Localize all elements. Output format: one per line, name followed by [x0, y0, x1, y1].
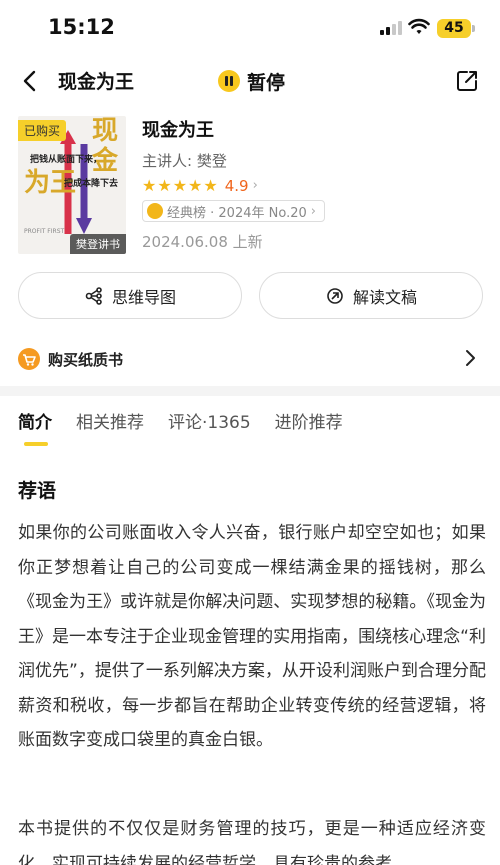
tab-label: 相关推荐: [76, 413, 144, 433]
rating-row[interactable]: ★ ★ ★ ★ ★ 4.9 ›: [142, 176, 258, 195]
status-time: 15:12: [48, 15, 115, 39]
medal-icon: [147, 203, 163, 219]
tab-related[interactable]: 相关推荐: [76, 408, 144, 448]
tab-label: 评论·1365: [168, 413, 251, 433]
purchased-badge: 已购买: [18, 120, 67, 141]
intro-paragraph: 本书提供的不仅仅是财务管理的技巧，更是一种适应经济变化，实现可持续发展的经营哲学…: [18, 819, 486, 865]
chevron-right-icon: [466, 350, 475, 366]
nav-bar: 现金为王 暂停: [0, 56, 500, 106]
transcript-label: 解读文稿: [352, 287, 417, 307]
tab-bar: 简介 相关推荐 评论·1365 进阶推荐: [18, 408, 367, 448]
star-icon: ★: [203, 176, 218, 195]
tab-advanced[interactable]: 进阶推荐: [275, 408, 343, 448]
cover-line-2: 把成本降下去: [64, 179, 119, 189]
transcript-button[interactable]: 解读文稿: [259, 272, 483, 319]
release-date: 2024.06.08 上新: [142, 233, 263, 251]
cover-tag: 樊登讲书: [70, 234, 126, 254]
section-title: 荐语: [18, 480, 57, 502]
book-title: 现金为王: [142, 120, 214, 141]
mindmap-label: 思维导图: [111, 287, 176, 307]
battery-indicator: 45: [437, 19, 471, 38]
tab-label: 进阶推荐: [274, 413, 343, 433]
battery-tip: [472, 25, 475, 32]
chevron-right-icon: ›: [252, 178, 258, 193]
rank-label: 经典榜 · 2024年 No.20: [167, 205, 307, 221]
mindmap-icon: [85, 286, 102, 305]
tab-label: 简介: [18, 413, 52, 433]
cover-title-top: 现金: [92, 116, 119, 176]
wifi-icon: [408, 18, 430, 34]
chevron-right-icon: ›: [310, 203, 316, 219]
buy-label: 购买纸质书: [48, 350, 124, 369]
pause-button[interactable]: 暂停: [218, 68, 285, 94]
cellular-signal-icon: [380, 20, 404, 35]
cover-line-1: 把钱从账面下来，: [30, 155, 103, 165]
transcript-icon: [327, 287, 343, 304]
tab-comments[interactable]: 评论·1365: [168, 408, 251, 448]
star-rating: ★ ★ ★ ★ ★: [142, 176, 219, 195]
nav-title: 现金为王: [58, 71, 135, 93]
rating-score: 4.9: [224, 176, 249, 195]
star-icon: ★: [142, 176, 157, 195]
pause-icon: [218, 70, 240, 92]
star-icon: ★: [172, 176, 188, 195]
status-bar: 15:12 45: [0, 0, 500, 56]
pause-label: 暂停: [247, 71, 286, 94]
cover-en-title: PROFIT FIRST: [24, 228, 65, 235]
cart-icon: [18, 348, 40, 370]
intro-paragraph: 如果你的公司账面收入令人兴奋，银行账户却空空如也；如果你正梦想着让自己的公司变成…: [18, 523, 486, 750]
tab-intro[interactable]: 简介: [18, 408, 52, 448]
section-divider: [0, 386, 500, 396]
rank-badge[interactable]: 经典榜 · 2024年 No.20 ›: [142, 200, 325, 222]
book-author: 主讲人: 樊登: [142, 152, 227, 170]
buy-paper-book-row[interactable]: 购买纸质书: [18, 346, 482, 372]
active-tab-indicator: [24, 442, 48, 446]
mindmap-button[interactable]: 思维导图: [18, 272, 242, 319]
share-icon[interactable]: [454, 68, 480, 94]
star-icon: ★: [188, 176, 203, 195]
star-icon: ★: [157, 176, 172, 195]
back-icon[interactable]: [18, 68, 44, 94]
book-cover[interactable]: 现金 为王 把钱从账面下来， 把成本降下去 PROFIT FIRST 已购买 樊…: [18, 116, 126, 254]
